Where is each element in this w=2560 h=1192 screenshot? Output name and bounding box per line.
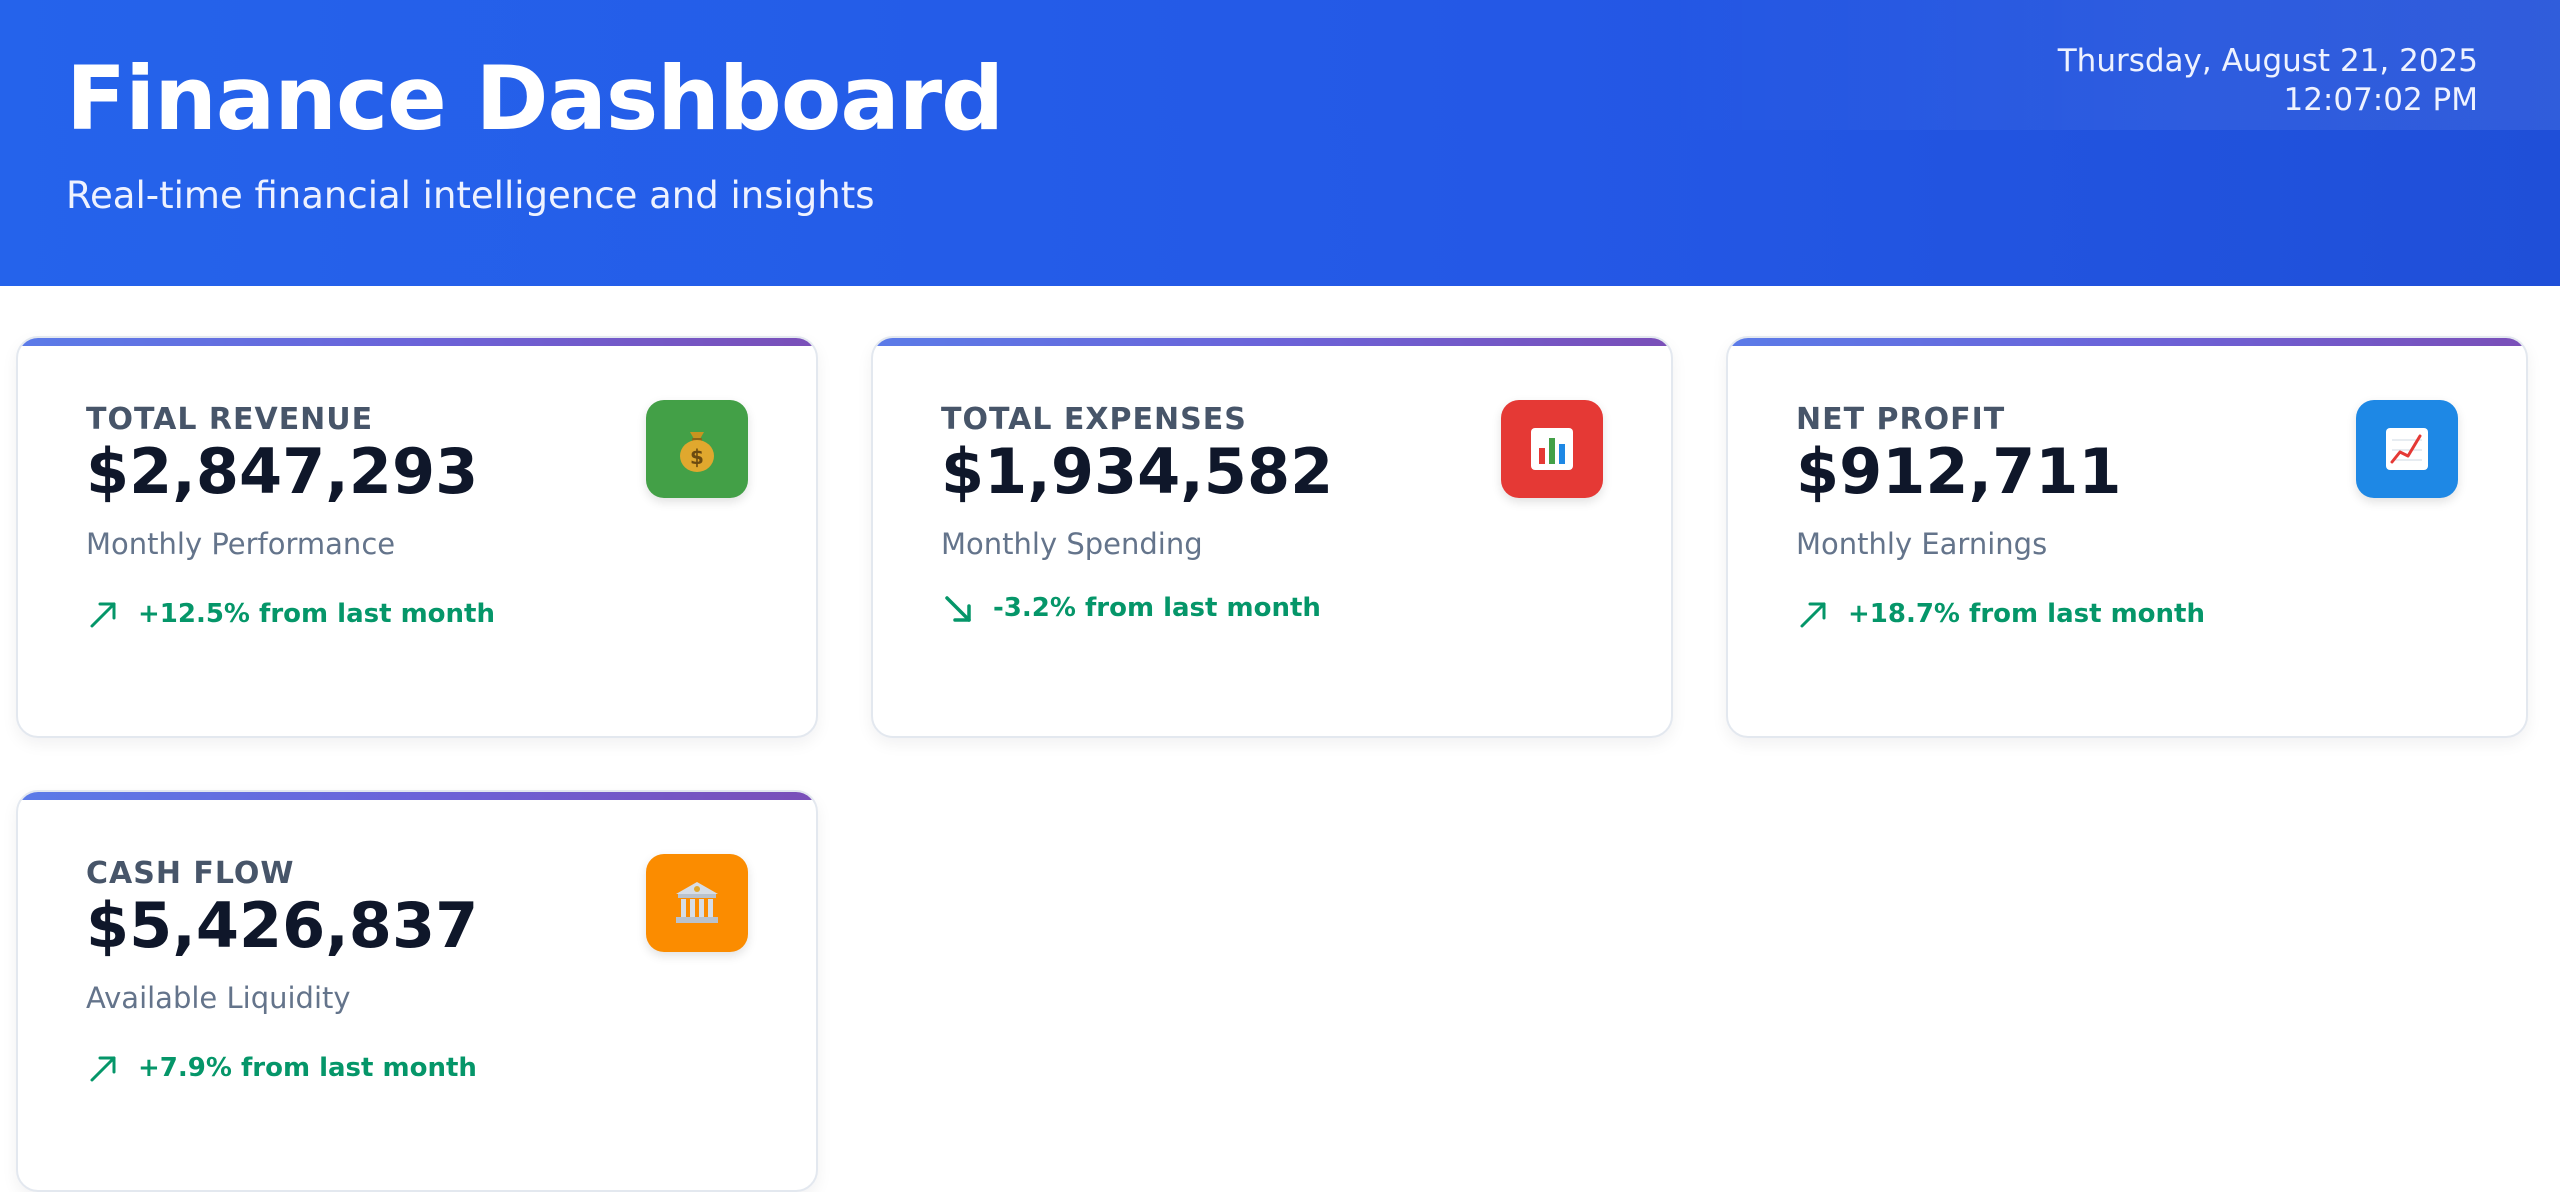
card-accent-bar xyxy=(18,338,816,346)
kpi-card-total-revenue[interactable]: TOTAL REVENUE $2,847,293 Monthly Perform… xyxy=(16,336,818,738)
current-date: Thursday, August 21, 2025 xyxy=(2057,43,2478,79)
kpi-value: $912,711 xyxy=(1796,435,2122,508)
kpi-caption: Available Liquidity xyxy=(86,981,351,1015)
trend-up-arrow-icon xyxy=(90,1056,116,1082)
trend-indicator: +12.5% from last month xyxy=(86,594,495,634)
kpi-value: $5,426,837 xyxy=(86,889,479,962)
kpi-value: $1,934,582 xyxy=(941,435,1334,508)
bank-icon xyxy=(646,854,748,952)
trend-text: +18.7% from last month xyxy=(1848,599,2205,629)
trend-indicator: +18.7% from last month xyxy=(1796,594,2205,634)
page-title: Finance Dashboard xyxy=(66,47,1004,150)
card-accent-bar xyxy=(18,792,816,800)
trend-up-arrow-icon xyxy=(90,602,116,628)
kpi-card-cash-flow[interactable]: CASH FLOW $5,426,837 Available Liquidity… xyxy=(16,790,818,1192)
trend-text: -3.2% from last month xyxy=(993,593,1321,623)
current-time: 12:07:02 PM xyxy=(2283,82,2478,118)
trending-up-chart-icon xyxy=(2356,400,2458,498)
kpi-caption: Monthly Performance xyxy=(86,527,396,561)
kpi-value: $2,847,293 xyxy=(86,435,479,508)
trend-indicator: -3.2% from last month xyxy=(941,588,1321,628)
kpi-card-net-profit[interactable]: NET PROFIT $912,711 Monthly Earnings +18… xyxy=(1726,336,2528,738)
page-subtitle: Real-time financial intelligence and ins… xyxy=(66,174,875,217)
bar-chart-icon xyxy=(1501,400,1603,498)
trend-text: +7.9% from last month xyxy=(138,1053,477,1083)
datetime-display: Thursday, August 21, 2025 12:07:02 PM xyxy=(2058,42,2478,120)
kpi-caption: Monthly Spending xyxy=(941,527,1203,561)
trend-text: +12.5% from last month xyxy=(138,599,495,629)
kpi-caption: Monthly Earnings xyxy=(1796,527,2048,561)
kpi-card-total-expenses[interactable]: TOTAL EXPENSES $1,934,582 Monthly Spendi… xyxy=(871,336,1673,738)
dashboard-header: Finance Dashboard Real-time financial in… xyxy=(0,0,2560,286)
money-bag-icon: $ xyxy=(646,400,748,498)
card-accent-bar xyxy=(1728,338,2526,346)
trend-up-arrow-icon xyxy=(1800,602,1826,628)
trend-indicator: +7.9% from last month xyxy=(86,1048,477,1088)
svg-text:$: $ xyxy=(690,445,704,469)
trend-down-arrow-icon xyxy=(945,596,971,622)
card-accent-bar xyxy=(873,338,1671,346)
